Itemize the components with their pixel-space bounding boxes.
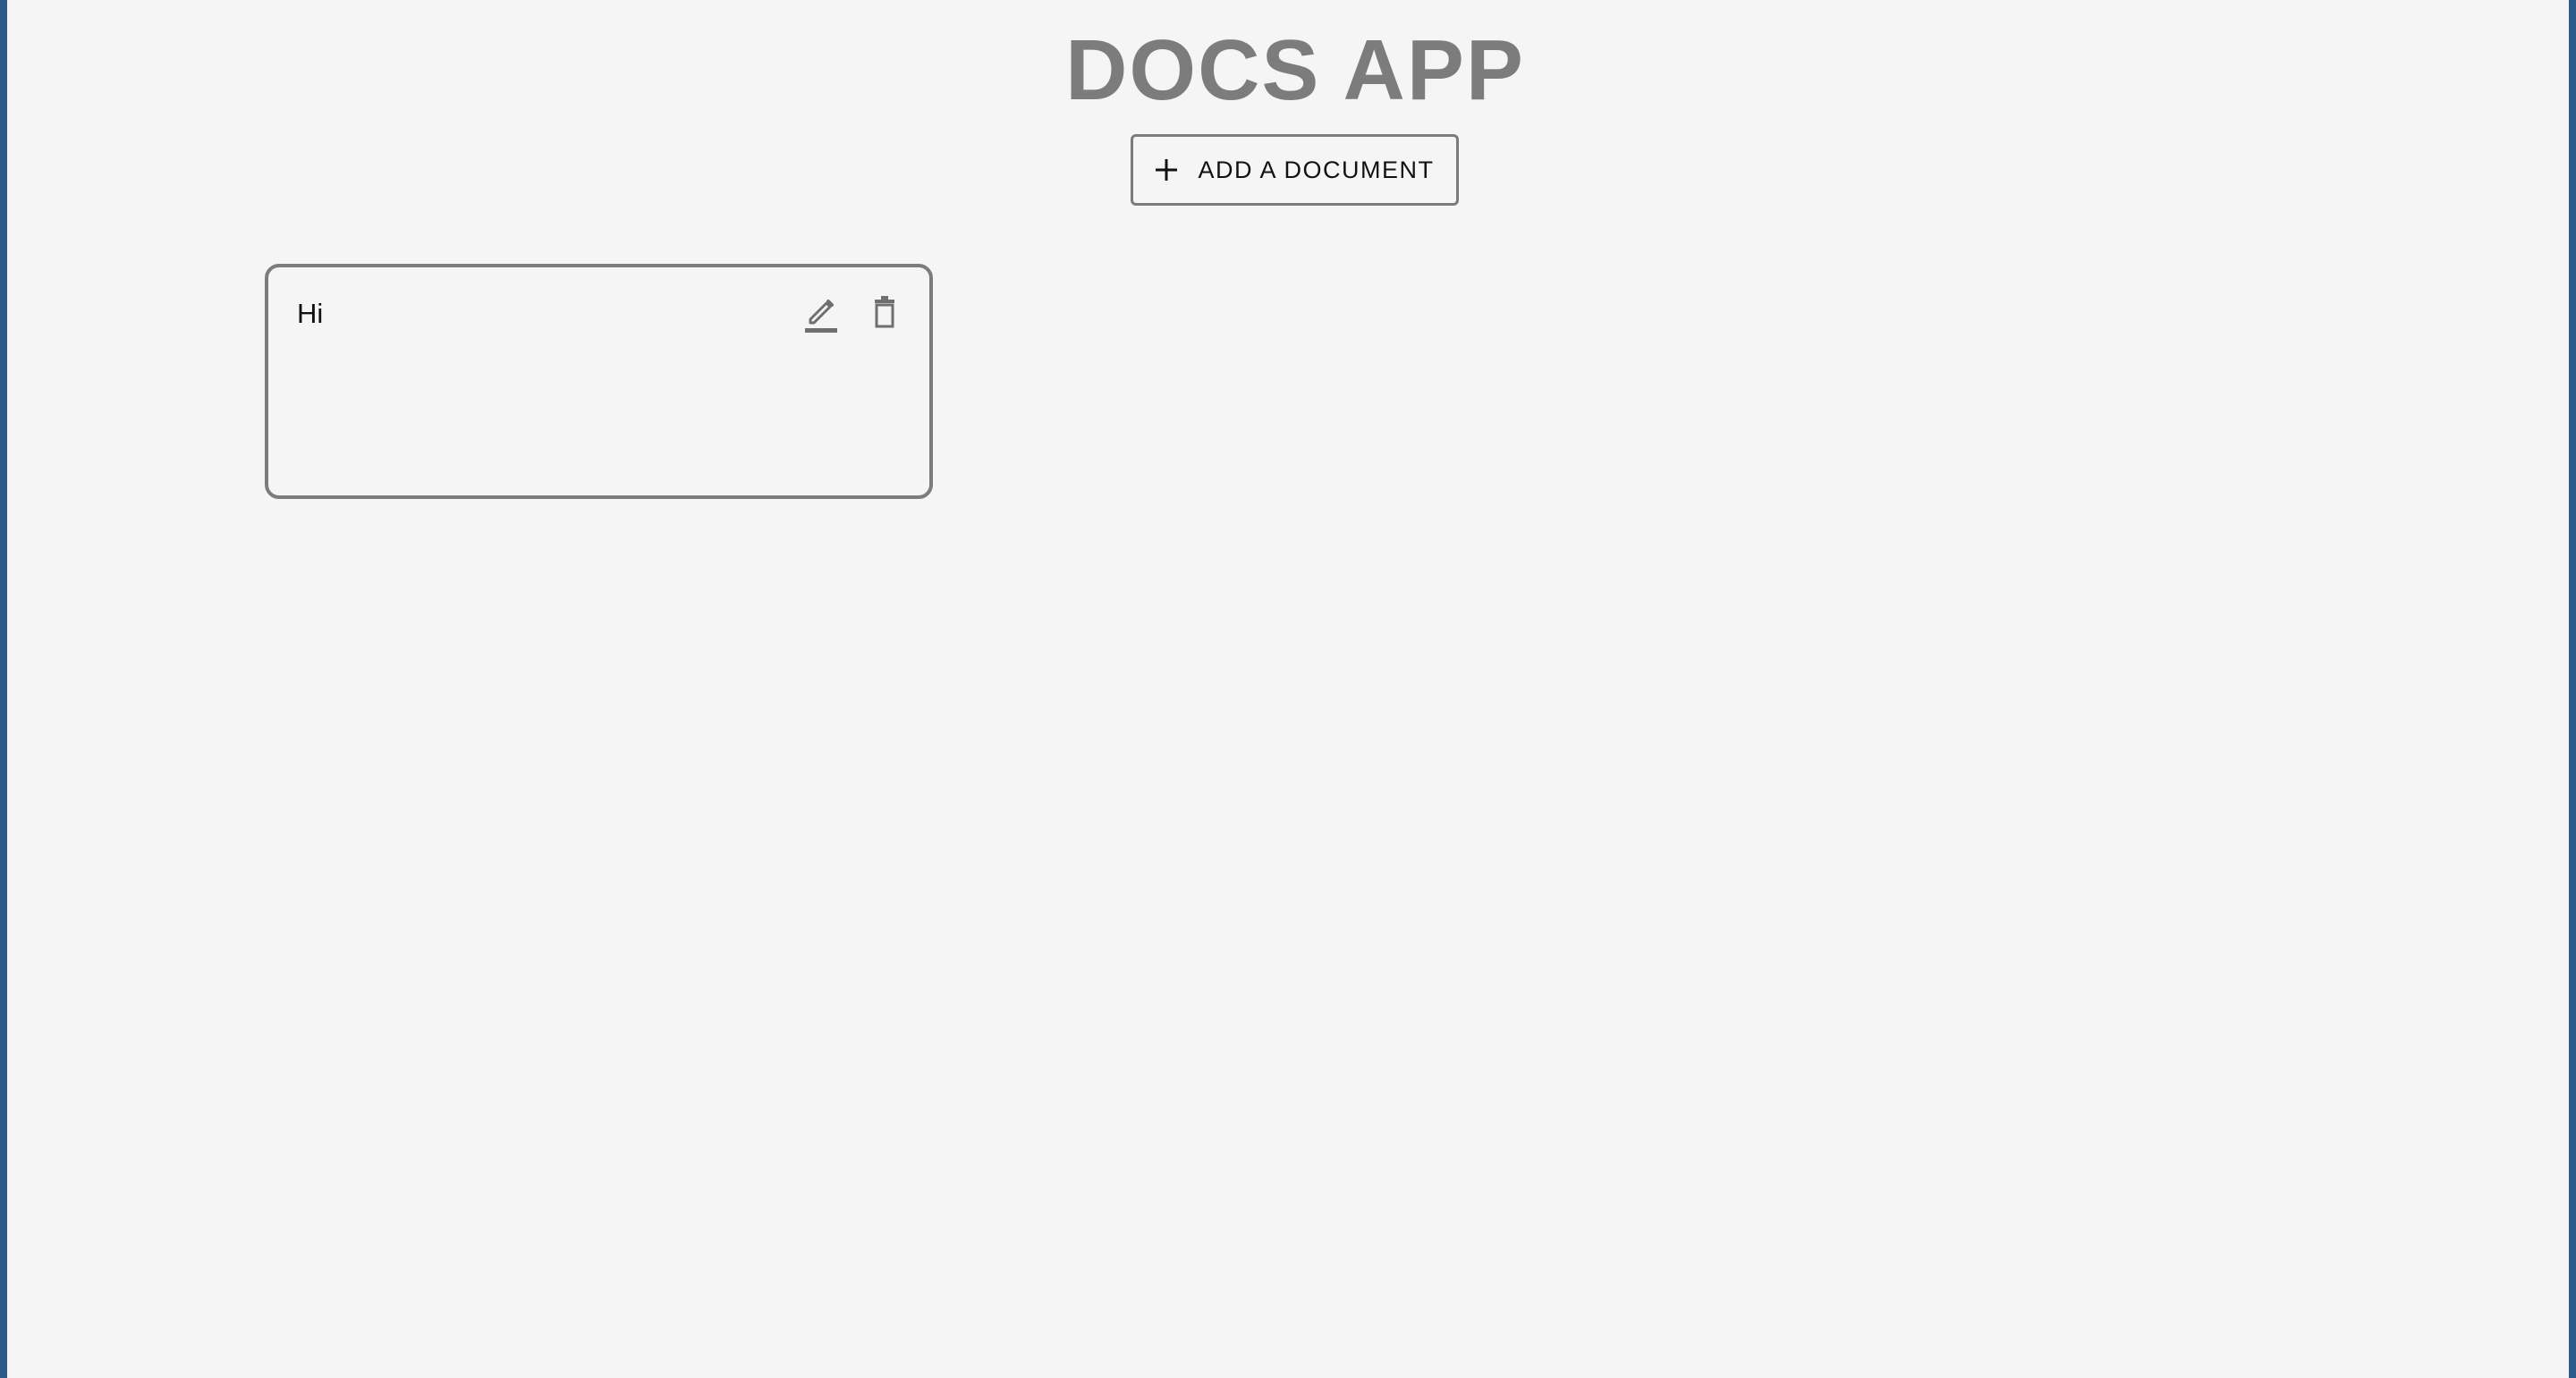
plus-icon xyxy=(1155,158,1178,182)
add-document-label: ADD A DOCUMENT xyxy=(1198,156,1435,183)
document-title: Hi xyxy=(297,298,324,329)
delete-icon[interactable] xyxy=(867,292,902,334)
add-document-button[interactable]: ADD A DOCUMENT xyxy=(1131,134,1459,206)
edit-icon[interactable] xyxy=(803,292,839,334)
page-title: DOCS APP xyxy=(1065,22,1525,118)
document-card[interactable]: Hi xyxy=(265,264,933,499)
app-window: DOCS APP ADD A DOCUMENT Hi xyxy=(0,0,2576,1378)
